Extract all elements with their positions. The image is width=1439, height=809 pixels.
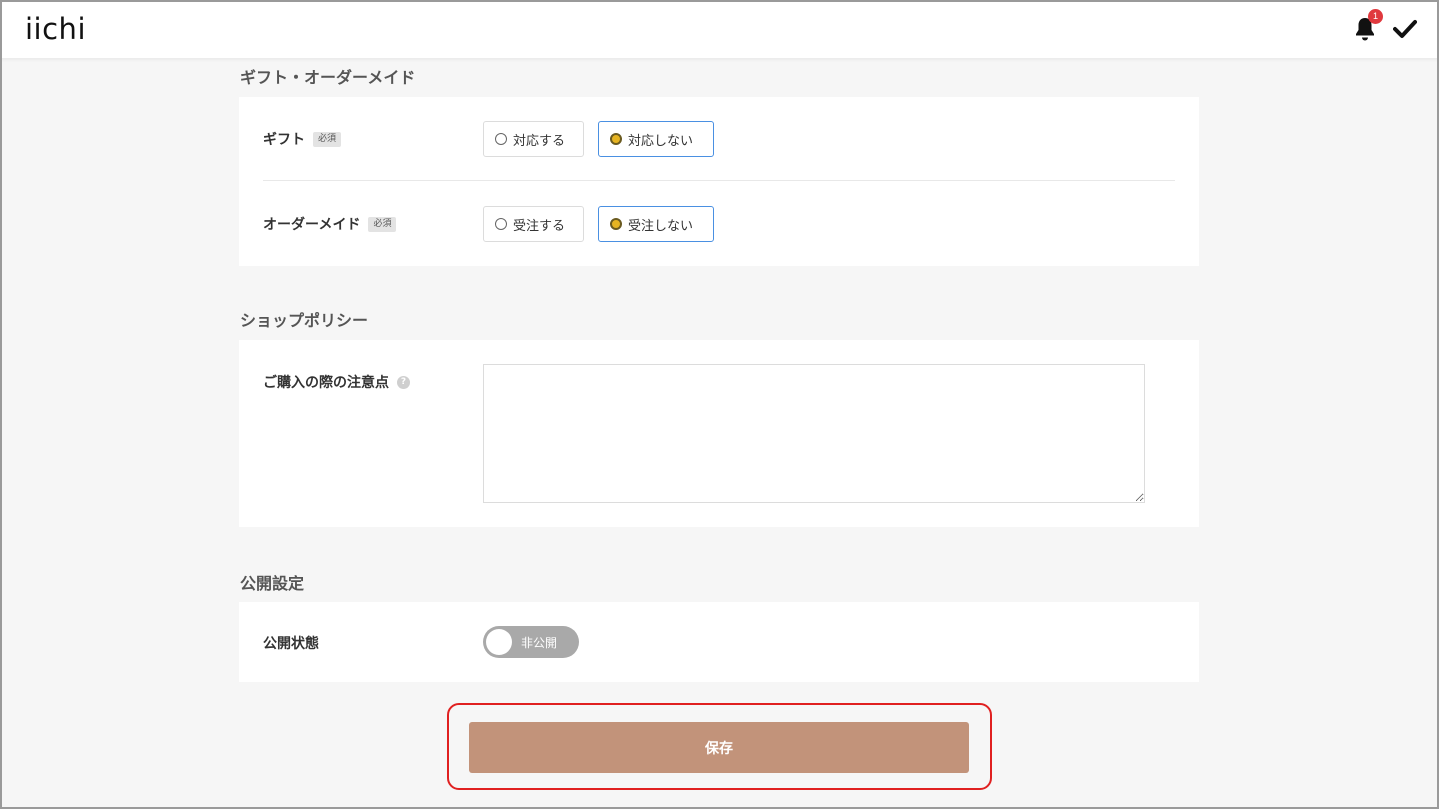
publish-status-label: 公開状態 xyxy=(263,636,319,652)
policy-card: ご購入の際の注意点 ? xyxy=(239,340,1199,527)
section-title-policy: ショップポリシー xyxy=(240,311,369,330)
top-header: iichi 1 xyxy=(0,0,1439,59)
gift-option-no-label: 対応しない xyxy=(628,133,694,149)
radio-unselected-icon xyxy=(495,218,507,230)
gift-card: ギフト 必須 対応する 対応しない オーダーメイド 必須 受注する 受注しない xyxy=(239,97,1199,266)
check-icon[interactable] xyxy=(1393,18,1417,40)
ordermade-option-no-label: 受注しない xyxy=(628,218,694,234)
required-badge: 必須 xyxy=(368,216,397,232)
gift-option-no[interactable]: 対応しない xyxy=(598,121,714,157)
toggle-knob xyxy=(486,629,512,655)
divider xyxy=(263,180,1175,181)
publish-toggle[interactable]: 非公開 xyxy=(483,626,579,658)
save-button[interactable]: 保存 xyxy=(469,722,969,773)
gift-label: ギフト xyxy=(263,132,305,148)
ordermade-option-no[interactable]: 受注しない xyxy=(598,206,714,242)
section-title-publish: 公開設定 xyxy=(240,574,305,593)
notes-label: ご購入の際の注意点 xyxy=(263,375,389,391)
ordermade-option-yes[interactable]: 受注する xyxy=(483,206,584,242)
radio-unselected-icon xyxy=(495,133,507,145)
gift-option-yes-label: 対応する xyxy=(513,133,566,149)
toggle-text: 非公開 xyxy=(521,636,558,650)
radio-selected-icon xyxy=(610,218,622,230)
gift-row-label: ギフト 必須 xyxy=(263,129,342,149)
required-badge: 必須 xyxy=(313,131,342,147)
notes-textarea[interactable] xyxy=(483,364,1145,503)
notification-badge: 1 xyxy=(1368,9,1383,24)
site-logo[interactable]: iichi xyxy=(25,12,86,46)
radio-selected-icon xyxy=(610,133,622,145)
help-icon[interactable]: ? xyxy=(397,375,410,389)
notes-row-label: ご購入の際の注意点 ? xyxy=(263,372,410,392)
ordermade-option-yes-label: 受注する xyxy=(513,218,566,234)
section-title-gift: ギフト・オーダーメイド xyxy=(240,68,416,87)
gift-option-yes[interactable]: 対応する xyxy=(483,121,584,157)
ordermade-row-label: オーダーメイド 必須 xyxy=(263,214,397,234)
publish-card: 公開状態 非公開 xyxy=(239,602,1199,682)
ordermade-label: オーダーメイド xyxy=(263,217,361,233)
